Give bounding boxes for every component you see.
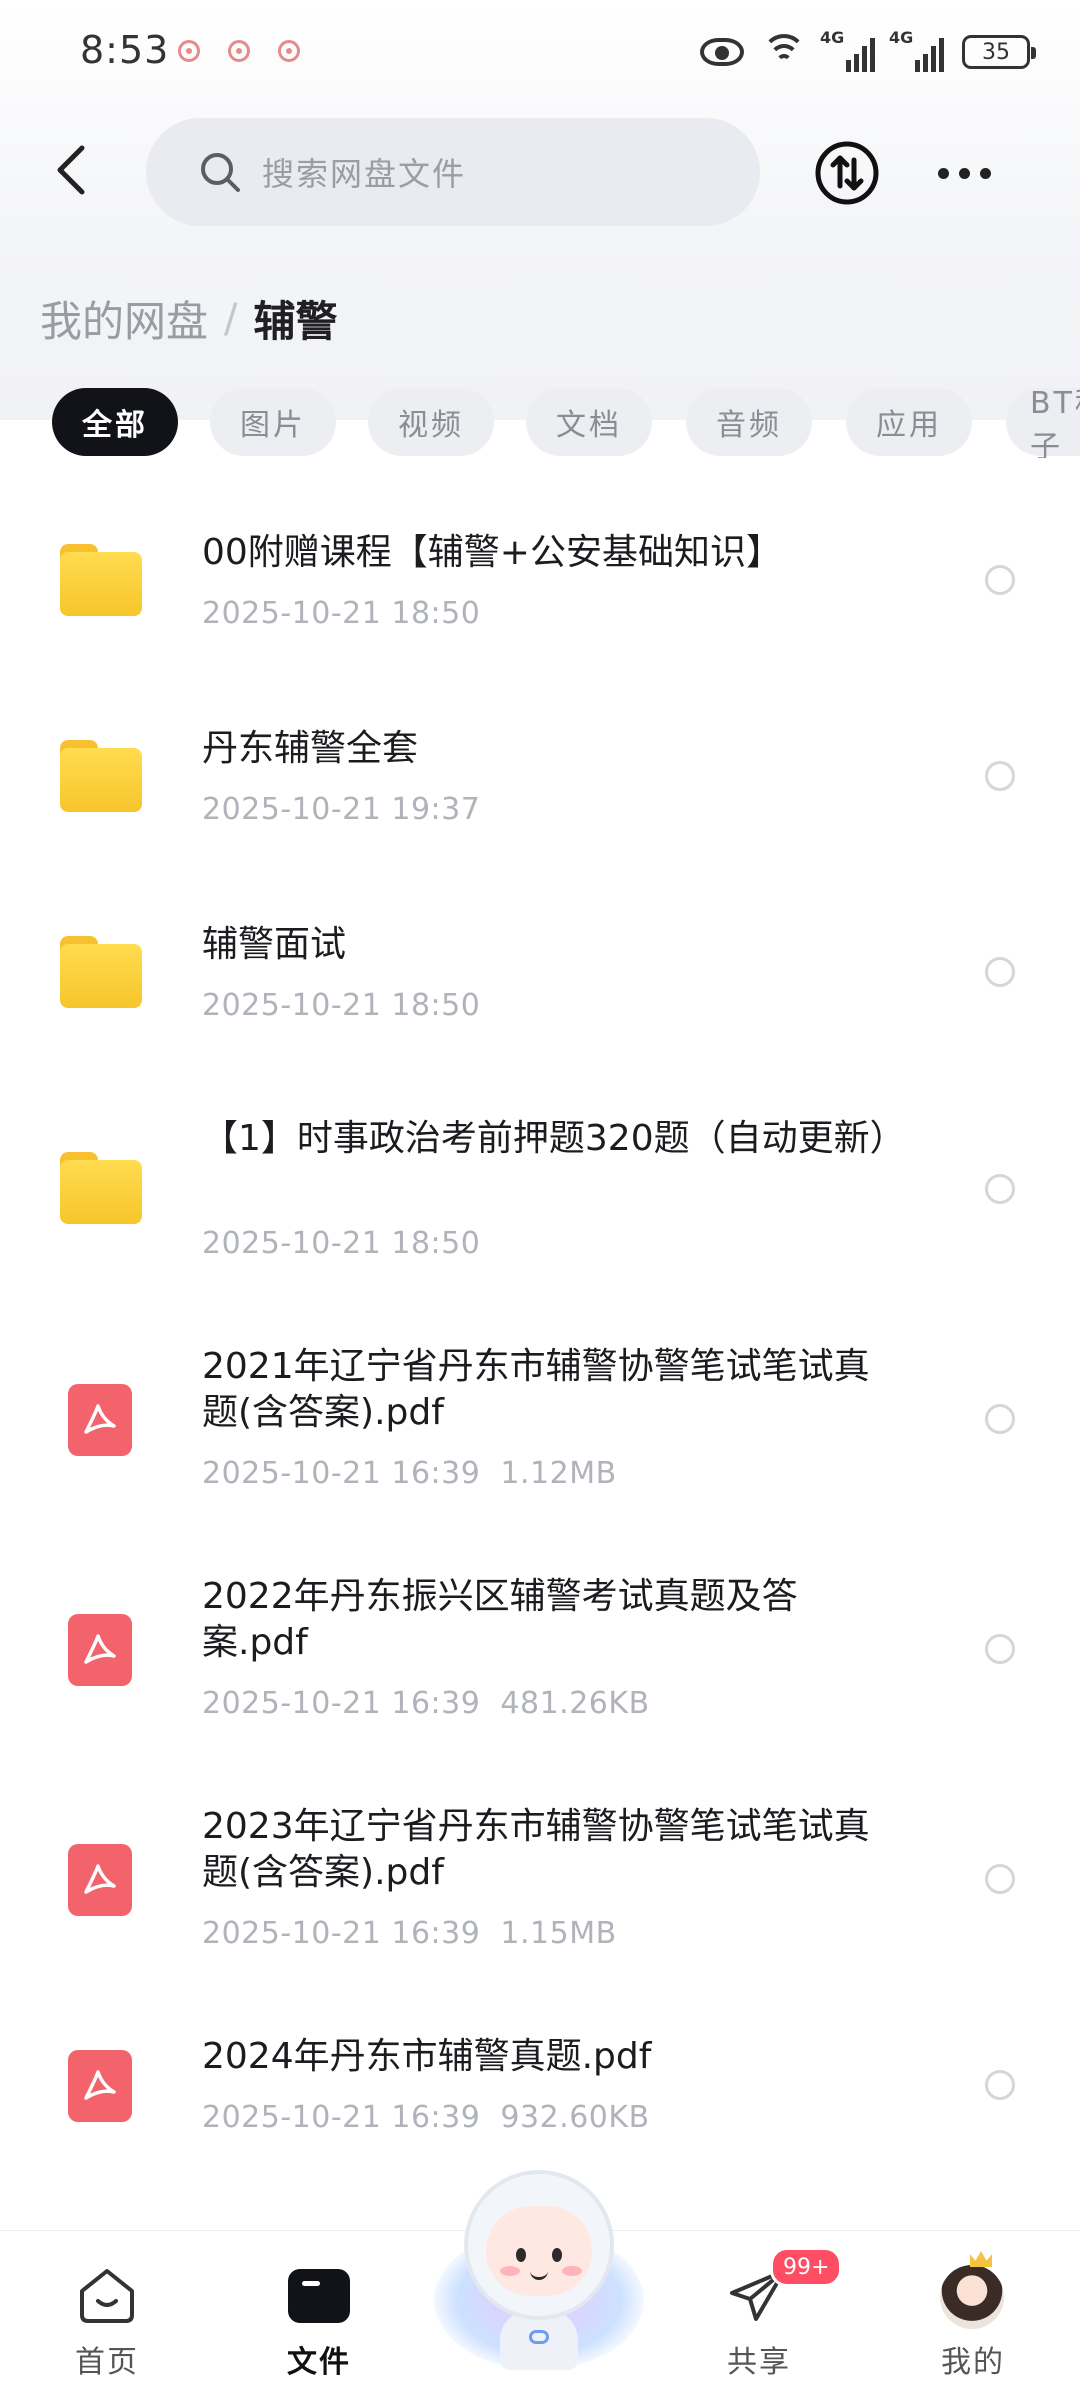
folder-icon [60,936,142,1008]
select-checkbox[interactable] [985,957,1015,987]
tab-audio[interactable]: 音频 [686,388,812,456]
transfer-button[interactable] [814,140,880,206]
file-name: 00附赠课程【辅警+公安基础知识】 [202,532,782,573]
mascot-eye [552,2248,562,2262]
file-meta: 2025-10-21 16:39 1.12MB [202,1456,617,1491]
file-name: 2023年辽宁省丹东市辅警协警笔试笔试真题(含答案).pdf [202,1806,870,1893]
mascot-cheek [500,2266,520,2276]
list-item[interactable]: 【1】时事政治考前押题320题（自动更新） 2025-10-21 18:50 [0,1110,1080,1280]
file-name: 2024年丹东市辅警真题.pdf [202,2036,652,2077]
list-item[interactable]: 2021年辽宁省丹东市辅警协警笔试笔试真题(含答案).pdf 2025-10-2… [0,1340,1080,1510]
select-checkbox[interactable] [985,1864,1015,1894]
nav-share[interactable]: 99+ 共享 [684,2247,843,2380]
select-checkbox[interactable] [985,565,1015,595]
nav-files[interactable]: 文件 [244,2253,394,2380]
mascot-face [486,2206,592,2296]
back-button[interactable] [44,140,104,200]
file-name: 【1】时事政治考前押题320题（自动更新） [202,1118,906,1159]
notification-icon [178,40,200,62]
file-meta: 2025-10-21 16:39 932.60KB [202,2100,650,2135]
acrobat-icon [84,1404,116,1434]
file-name: 2022年丹东振兴区辅警考试真题及答案.pdf [202,1576,798,1663]
wifi-icon [762,32,806,72]
status-bar: 8:53 4G 4G 35 [0,0,1080,110]
select-checkbox[interactable] [985,2070,1015,2100]
list-item[interactable]: 丹东辅警全套 2025-10-21 19:37 [0,716,1080,876]
notification-icon [278,40,300,62]
search-icon [201,153,240,192]
nav-files-label: 文件 [287,2345,351,2380]
tab-documents[interactable]: 文档 [526,388,652,456]
file-name: 丹东辅警全套 [202,728,419,769]
pdf-icon [68,2050,132,2122]
tab-images[interactable]: 图片 [210,388,336,456]
breadcrumb: 我的网盘 / 辅警 [40,288,338,349]
eye-icon [700,38,744,66]
list-item[interactable]: 2022年丹东振兴区辅警考试真题及答案.pdf 2025-10-21 16:39… [0,1570,1080,1740]
select-checkbox[interactable] [985,1404,1015,1434]
mascot-eye [516,2248,526,2262]
search-input[interactable]: 搜索网盘文件 [146,118,760,226]
avatar [940,2265,1004,2329]
acrobat-icon [84,1634,116,1664]
file-date: 2025-10-21 18:50 [202,596,481,631]
folder-icon [60,544,142,616]
more-dot-icon [980,167,991,179]
file-date: 2025-10-21 18:50 [202,1226,481,1261]
select-checkbox[interactable] [985,761,1015,791]
tab-bt[interactable]: BT种子 [1006,388,1080,458]
breadcrumb-root[interactable]: 我的网盘 [40,288,208,349]
acrobat-icon [84,1864,116,1894]
nav-me[interactable]: 我的 [898,2251,1048,2380]
list-item[interactable]: 2024年丹东市辅警真题.pdf 2025-10-21 16:39 932.60… [0,2030,1080,2170]
chevron-left-icon [57,145,85,195]
file-name: 2021年辽宁省丹东市辅警协警笔试笔试真题(含答案).pdf [202,1346,870,1433]
nav-me-label: 我的 [941,2345,1005,2380]
file-meta: 2025-10-21 16:39 481.26KB [202,1686,650,1721]
tab-all[interactable]: 全部 [52,388,178,456]
pdf-icon [68,1844,132,1916]
status-time: 8:53 [80,28,170,72]
battery-icon: 35 [962,35,1036,69]
select-checkbox[interactable] [985,1634,1015,1664]
file-meta: 2025-10-21 16:39 1.15MB [202,1916,617,1951]
more-dot-icon [938,167,949,179]
share-badge: 99+ [770,2247,843,2287]
nav-home[interactable]: 首页 [32,2253,182,2380]
list-item[interactable]: 2023年辽宁省丹东市辅警协警笔试笔试真题(含答案).pdf 2025-10-2… [0,1800,1080,1970]
home-icon [80,2269,134,2323]
file-date: 2025-10-21 19:37 [202,792,481,827]
file-name: 辅警面试 [202,924,347,965]
tab-videos[interactable]: 视频 [368,388,494,456]
signal-icon: 4G [889,28,944,72]
more-options-button[interactable] [938,158,998,188]
breadcrumb-current: 辅警 [253,297,338,346]
pdf-icon [68,1384,132,1456]
filter-tabs: 全部 图片 视频 文档 音频 应用 BT种子 [0,388,1080,458]
select-checkbox[interactable] [985,1174,1015,1204]
pdf-icon [68,1614,132,1686]
list-item[interactable]: 00附赠课程【辅警+公安基础知识】 2025-10-21 18:50 [0,520,1080,680]
folder-icon [288,2269,350,2323]
mascot-cheek [562,2266,582,2276]
crown-icon [970,2251,992,2267]
mascot-logo-icon [529,2330,549,2344]
breadcrumb-separator: / [224,295,238,342]
tab-apps[interactable]: 应用 [846,388,972,456]
nav-home-label: 首页 [75,2345,139,2380]
more-dot-icon [959,167,970,179]
assistant-mascot-button[interactable] [434,2170,644,2380]
acrobat-icon [84,2070,116,2100]
nav-share-label: 共享 [727,2345,791,2380]
file-date: 2025-10-21 18:50 [202,988,481,1023]
search-placeholder: 搜索网盘文件 [262,155,467,193]
folder-icon [60,740,142,812]
signal-icon: 4G [820,28,875,72]
folder-icon [60,1152,142,1224]
list-item[interactable]: 辅警面试 2025-10-21 18:50 [0,912,1080,1072]
notification-icon [228,40,250,62]
transfer-icon [815,141,879,205]
